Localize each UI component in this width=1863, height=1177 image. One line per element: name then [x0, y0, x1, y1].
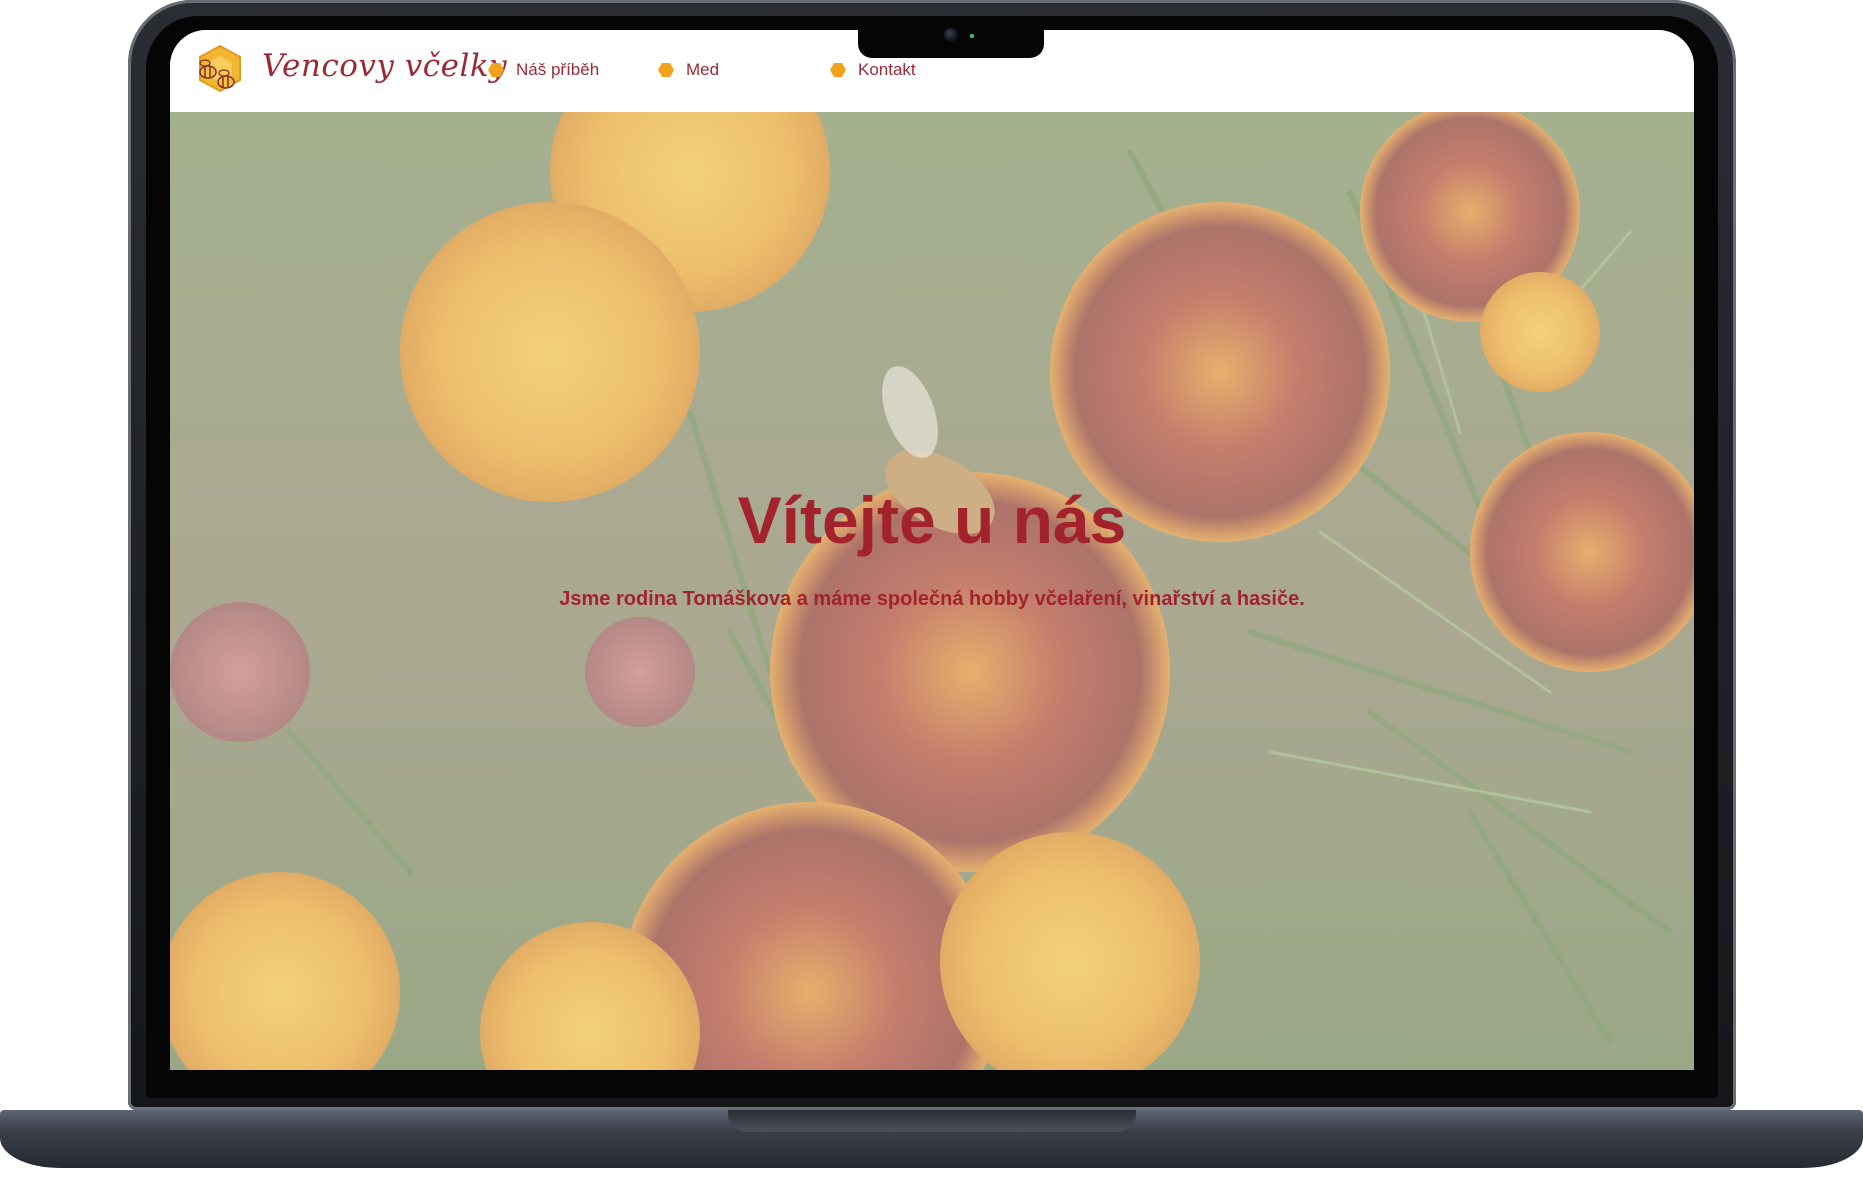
nav-item-story[interactable]: Náš příběh: [488, 58, 599, 82]
nav-item-contact[interactable]: Kontakt: [830, 58, 916, 82]
laptop-hinge-lip: [728, 1110, 1136, 1132]
nav-item-honey[interactable]: Med: [658, 58, 719, 82]
hexagon-icon: [830, 63, 846, 77]
camera-icon: [944, 28, 958, 42]
nav-label: Kontakt: [858, 60, 916, 79]
camera-notch: [858, 16, 1044, 58]
hexagon-icon: [488, 63, 504, 77]
hero-section: Vítejte u nás Jsme rodina Tomáškova a má…: [170, 112, 1694, 1070]
hero-title: Vítejte u nás: [737, 483, 1127, 557]
bee-honeycomb-logo[interactable]: [188, 42, 252, 102]
hero-subtitle: Jsme rodina Tomáškova a máme společná ho…: [559, 588, 1305, 610]
nav-label: Náš příběh: [516, 60, 600, 79]
nav-label: Med: [686, 60, 720, 79]
hexagon-icon: [658, 63, 674, 77]
brand-name[interactable]: Vencovy včelky: [262, 48, 507, 84]
camera-led: [970, 34, 974, 38]
laptop-mockup: Vencovy včelky Náš příběh Med Kontakt Ví…: [0, 0, 1863, 1177]
screen: Vencovy včelky Náš příběh Med Kontakt Ví…: [170, 30, 1694, 1070]
laptop-lid: Vencovy včelky Náš příběh Med Kontakt Ví…: [128, 0, 1736, 1110]
screen-bezel: Vencovy včelky Náš příběh Med Kontakt Ví…: [146, 16, 1718, 1098]
